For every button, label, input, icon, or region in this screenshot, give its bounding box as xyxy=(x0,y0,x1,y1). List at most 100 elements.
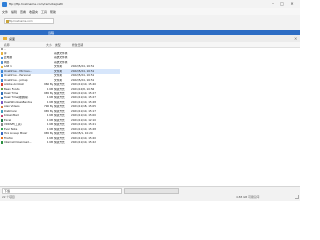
file-icon xyxy=(0,56,4,60)
file-name: Alex Videos xyxy=(4,105,20,109)
menu-tools[interactable]: 工具 xyxy=(41,10,47,14)
address-input[interactable]: ftp.hostname.com xyxy=(4,18,54,24)
resize-grip-icon[interactable] xyxy=(295,195,299,199)
progress-bar xyxy=(124,187,179,194)
file-icon xyxy=(0,83,4,86)
file-icon xyxy=(0,52,4,55)
file-name: VDRIVE(工具) xyxy=(4,123,22,127)
file-icon xyxy=(0,87,4,91)
file-icon xyxy=(0,70,4,73)
file-icon xyxy=(0,110,4,113)
file-name: .. xyxy=(4,47,6,51)
file-size: 1 KB xyxy=(46,123,53,127)
maximize-button[interactable]: □ xyxy=(279,1,285,7)
current-path[interactable]: 桌面 xyxy=(9,37,15,41)
file-type: 快捷方式 xyxy=(54,127,65,131)
file-type: 快捷方式 xyxy=(54,132,65,136)
file-size: 1 KB xyxy=(46,100,53,104)
file-type: 快捷方式 xyxy=(54,87,65,91)
file-date: 2021/11/10, 15:27 xyxy=(71,96,96,100)
file-type: 快捷方式 xyxy=(54,83,65,87)
remote-panel-label: 远程 xyxy=(48,30,55,35)
file-type: 快捷方式 xyxy=(54,105,65,109)
file-size: 1 KB xyxy=(46,87,53,91)
file-name: Dietmann xyxy=(4,109,18,113)
file-type: 快捷方式 xyxy=(54,100,65,104)
file-size: 1 KB xyxy=(46,96,53,100)
file-date: 2022/5/24, 16:51 xyxy=(71,65,95,69)
file-date: 2021/11/10, 15:40 xyxy=(71,83,96,87)
file-name: OneDrive - Personal xyxy=(4,74,31,78)
file-type: 系统文件夹 xyxy=(54,51,68,55)
menu-edit[interactable]: 编辑 xyxy=(11,10,17,14)
file-icon xyxy=(0,65,4,69)
file-name: Desk Time xyxy=(4,92,19,95)
file-type: 快捷方式 xyxy=(54,92,65,95)
file-type: 快捷方式 xyxy=(54,109,65,113)
command-input[interactable]: 下载 xyxy=(2,187,122,194)
close-icon[interactable]: ✕ xyxy=(294,36,297,41)
file-date: 2021/11/10, 15:27 xyxy=(71,92,96,95)
file-type: 系统文件夹 xyxy=(54,60,68,64)
file-size: 1 KB xyxy=(46,118,53,122)
menu-help[interactable]: 帮助 xyxy=(50,10,56,14)
file-icon xyxy=(0,92,4,95)
file-type: 文件夹 xyxy=(54,78,63,82)
file-date: 2021/11/10, 15:21 xyxy=(71,123,96,127)
file-date: 2021/11/10, 15:17 xyxy=(71,109,96,113)
file-icon xyxy=(0,114,4,118)
file-icon xyxy=(0,101,4,104)
file-type: 快捷方式 xyxy=(54,96,65,100)
menu-favorites[interactable]: 收藏夹 xyxy=(29,10,38,14)
file-name: Excel xyxy=(4,118,12,122)
file-name: Adobe Acrobat xyxy=(4,83,24,87)
file-name: OneDrive - jxmap xyxy=(4,78,28,82)
file-name: Firefox xyxy=(4,136,13,140)
file-type: 文件夹 xyxy=(54,74,63,78)
file-name: 库 xyxy=(4,51,7,55)
menu-bar: 文件 编辑 查看 收藏夹 工具 帮助 xyxy=(0,8,300,15)
file-size: 960 Bytes xyxy=(44,83,53,87)
folder-icon xyxy=(3,37,7,40)
file-name: KdownMed xyxy=(4,114,19,118)
file-size: 1 KB xyxy=(46,127,53,131)
file-icon xyxy=(0,105,4,109)
file-name: Ever Note xyxy=(4,127,18,131)
file-type: 系统文件夹 xyxy=(54,56,68,60)
app-icon xyxy=(2,1,7,7)
file-date: 2021/11/10, 15:20 xyxy=(71,136,96,140)
file-name: 网络 xyxy=(4,60,10,64)
file-type: 文件夹 xyxy=(54,65,63,69)
menu-file[interactable]: 文件 xyxy=(2,10,8,14)
file-name: Internet Download... xyxy=(4,140,32,144)
file-size: 965 Bytes xyxy=(44,132,53,136)
minimize-button[interactable]: – xyxy=(270,1,276,7)
close-window-button[interactable]: ✕ xyxy=(289,1,295,7)
file-date: 2022/5/24, 16:51 xyxy=(71,69,95,73)
address-text: ftp.hostname.com xyxy=(9,20,33,23)
status-item-count: 22 个项目 xyxy=(2,195,15,199)
file-date: 2021/11/10, 15:22 xyxy=(71,140,96,144)
file-icon xyxy=(0,74,4,78)
title-bar: ftp://ftp.hostname.com/remote/path – □ ✕ xyxy=(0,0,300,8)
file-size: 1 KB xyxy=(46,136,53,140)
folder-icon xyxy=(5,19,9,23)
file-name: OneDrive - Microso... xyxy=(4,69,33,73)
file-icon xyxy=(0,78,4,82)
file-icon xyxy=(0,61,4,64)
file-date: 2021/12/8, 10:56 xyxy=(71,87,95,91)
file-row[interactable]: Internet Download... 1 KB 快捷方式 2021/11/10, … xyxy=(0,140,120,144)
file-size: 1 KB xyxy=(46,140,53,144)
file-name: LAB 1 xyxy=(4,65,12,69)
file-type: 快捷方式 xyxy=(54,136,65,140)
file-size: 1 KB xyxy=(46,114,53,118)
file-date: 2022/5/24, 16:51 xyxy=(71,74,95,78)
file-type: 快捷方式 xyxy=(54,114,65,118)
file-type: 快捷方式 xyxy=(54,123,65,127)
file-date: 2021/11/10, 12:10 xyxy=(71,118,96,122)
file-icon xyxy=(0,123,4,127)
menu-view[interactable]: 查看 xyxy=(20,10,26,14)
file-list: .. 库系统文件夹 此电脑 系统文件夹 网络 系统文件夹 LAB 1 文件夹 2022/5/24… xyxy=(0,47,300,186)
file-type: 快捷方式 xyxy=(54,118,65,122)
file-name: 此电脑 xyxy=(4,56,13,60)
